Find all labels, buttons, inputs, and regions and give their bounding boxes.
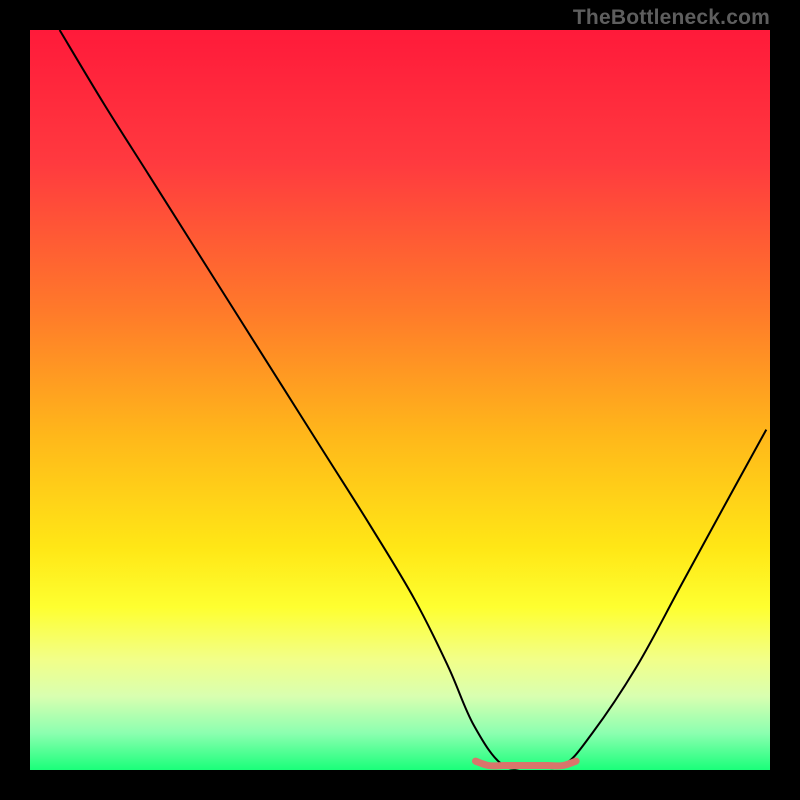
watermark-text: TheBottleneck.com bbox=[573, 6, 770, 30]
series-curve bbox=[60, 30, 767, 769]
chart-curve bbox=[30, 30, 770, 770]
series-flat-marker bbox=[475, 761, 576, 766]
plot-area bbox=[30, 30, 770, 770]
chart-container: TheBottleneck.com bbox=[0, 0, 800, 800]
